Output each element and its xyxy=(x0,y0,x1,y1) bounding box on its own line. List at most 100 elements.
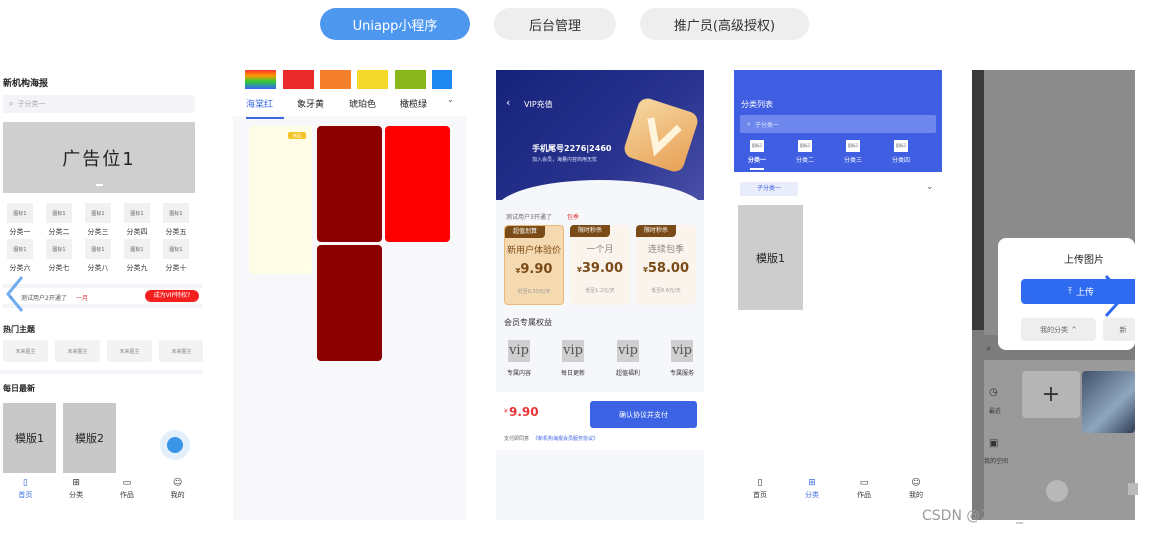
grid-icon: ⊞ xyxy=(808,478,816,488)
tab-home[interactable]: ▯ 首页 xyxy=(753,478,767,500)
category-item[interactable]: 图标1 分类二 xyxy=(785,140,825,164)
color-tab[interactable]: 琥珀色 xyxy=(349,97,376,110)
template-card[interactable]: 模版1 xyxy=(3,403,56,473)
tab-category[interactable]: ⊞ 分类 xyxy=(805,478,819,500)
category-label: 分类二 xyxy=(48,228,70,236)
agreement-link[interactable]: 《新机构海报会员服务协议》 xyxy=(533,435,598,442)
avatar xyxy=(1046,480,1068,502)
chevron-up-icon: ^ xyxy=(1071,325,1077,334)
plan-badge: 限时秒杀 xyxy=(570,225,610,237)
color-swatch[interactable] xyxy=(357,70,388,89)
category-item[interactable]: 图标1 分类三 xyxy=(83,203,113,237)
category-icon: 图标1 xyxy=(163,203,189,223)
category-label: 分类四 xyxy=(126,228,148,236)
image-thumbnail[interactable] xyxy=(1082,371,1135,433)
category-item[interactable]: 图标1 分类五 xyxy=(161,203,191,237)
tab-admin[interactable]: 后台管理 xyxy=(494,8,616,40)
color-block[interactable]: 新品 xyxy=(249,126,312,274)
color-swatch[interactable] xyxy=(432,70,452,89)
search-input[interactable]: ⌕ 子分类一 xyxy=(740,115,936,133)
category-item[interactable]: 图标1 分类六 xyxy=(5,239,35,273)
banner-dot xyxy=(96,184,103,186)
plan-card[interactable]: 限时秒杀 连续包季 ¥58.00 低至0.6元/天 xyxy=(636,225,696,305)
hot-title: 热门主题 xyxy=(3,325,35,334)
color-tab[interactable]: 海棠红 xyxy=(246,97,273,110)
category-item[interactable]: 图标1 分类一 xyxy=(5,203,35,237)
vip-button[interactable]: 成为VIP特权? xyxy=(145,290,199,302)
screen-vip: ‹ VIP充值 手机尾号2276|2460 加入会员，海量内容商用无忧 测试用户… xyxy=(496,70,704,520)
page-title: 分类列表 xyxy=(741,100,773,109)
vip-icon: vip xyxy=(617,340,639,362)
subcategory-tab[interactable]: 子分类一 xyxy=(740,182,798,196)
plan-name: 一个月 xyxy=(586,245,614,255)
tab-bar: ▯ 首页 ⊞ 分类 ▭ 作品 ☺ 我的 xyxy=(734,478,942,508)
color-swatch[interactable] xyxy=(283,70,314,89)
benefit-label: 超值福利 xyxy=(615,370,640,377)
service-button[interactable] xyxy=(160,430,190,460)
tab-category[interactable]: ⊞ 分类 xyxy=(69,478,83,500)
plan-sub: 低至0.6元/天 xyxy=(651,288,681,294)
color-block[interactable] xyxy=(317,126,382,242)
my-category-button[interactable]: 我的分类 ^ xyxy=(1021,318,1096,341)
prev-arrow[interactable] xyxy=(0,269,30,319)
category-item[interactable]: 图标1 分类十 xyxy=(161,239,191,273)
image-icon: ▭ xyxy=(859,478,869,488)
category-item[interactable]: 图标1 分类一 xyxy=(737,140,777,164)
tab-works[interactable]: ▭ 作品 xyxy=(120,478,134,500)
dark-edge xyxy=(972,70,984,330)
tab-mine[interactable]: ☺ 我的 xyxy=(909,478,923,500)
plan-card[interactable]: 超值划算 新用户体验价 ¥9.90 低至0.33元/天 xyxy=(504,225,564,305)
pay-button[interactable]: 确认协议并支付 xyxy=(590,401,697,428)
color-swatch[interactable] xyxy=(245,70,276,89)
benefit-item: vip 专属服务 xyxy=(662,340,702,377)
color-swatch[interactable] xyxy=(395,70,426,89)
category-label: 分类十 xyxy=(165,264,187,272)
category-item[interactable]: 图标1 分类四 xyxy=(122,203,152,237)
back-icon[interactable]: ‹ xyxy=(506,96,510,109)
template-card[interactable]: 模版1 xyxy=(738,205,803,310)
hot-item[interactable]: 未来图主 xyxy=(55,340,100,362)
template-card[interactable]: 模版2 xyxy=(63,403,116,473)
benefit-item: vip 专属内容 xyxy=(499,340,539,377)
category-label: 分类二 xyxy=(795,157,814,164)
category-item[interactable]: 图标1 分类二 xyxy=(44,203,74,237)
hot-item[interactable]: 未来图主 xyxy=(159,340,203,362)
plan-sub: 低至1.2元/天 xyxy=(585,288,615,294)
next-arrow[interactable] xyxy=(1096,268,1136,324)
category-item[interactable]: 图标1 分类三 xyxy=(833,140,873,164)
category-item[interactable]: 图标1 分类八 xyxy=(83,239,113,273)
hot-item[interactable]: 未来图主 xyxy=(3,340,48,362)
search-icon: ⌕ xyxy=(9,99,14,108)
plan-price: ¥58.00 xyxy=(643,261,689,276)
dialog-title: 上传图片 xyxy=(1064,255,1104,266)
plan-card[interactable]: 限时秒杀一个月 ¥39.00 低至1.2元/天 xyxy=(570,225,630,305)
tab-mine[interactable]: ☺ 我的 xyxy=(171,478,185,500)
color-tab[interactable]: 象牙黄 xyxy=(297,97,324,110)
currency: ¥ xyxy=(577,266,582,274)
banner[interactable]: 广告位1 xyxy=(3,122,195,193)
tab-works[interactable]: ▭ 作品 xyxy=(857,478,871,500)
plan-badge: 超值划算 xyxy=(505,226,545,238)
color-swatch[interactable] xyxy=(320,70,351,89)
plan-price: ¥39.00 xyxy=(577,261,623,276)
chevron-down-icon[interactable]: ⌄ xyxy=(447,95,454,104)
tab-bar: ▯ 首页 ⊞ 分类 ▭ 作品 ☺ 我的 xyxy=(0,478,203,508)
color-block[interactable] xyxy=(385,126,450,242)
color-tab[interactable]: 橄榄绿 xyxy=(400,97,427,110)
benefit-label: 专属内容 xyxy=(506,370,531,377)
category-icon: 图标1 xyxy=(124,239,150,259)
chevron-down-icon[interactable]: ⌄ xyxy=(926,182,934,192)
space-icon: ▣ xyxy=(989,438,999,449)
color-block[interactable] xyxy=(317,245,382,361)
tab-home[interactable]: ▯ 首页 xyxy=(18,478,32,500)
category-icon: 图标1 xyxy=(46,239,72,259)
category-item[interactable]: 图标1 分类九 xyxy=(122,239,152,273)
hot-item[interactable]: 未来图主 xyxy=(107,340,152,362)
tab-uniapp[interactable]: Uniapp小程序 xyxy=(320,8,470,40)
tab-promoter[interactable]: 推广员(高级授权) xyxy=(640,8,809,40)
search-input[interactable]: ⌕ 子分类一 xyxy=(3,95,195,113)
category-item[interactable]: 图标1 分类七 xyxy=(44,239,74,273)
benefit-item: vip 每日更新 xyxy=(553,340,593,377)
category-item[interactable]: 图标1 分类四 xyxy=(881,140,921,164)
add-button[interactable]: + xyxy=(1022,371,1080,418)
